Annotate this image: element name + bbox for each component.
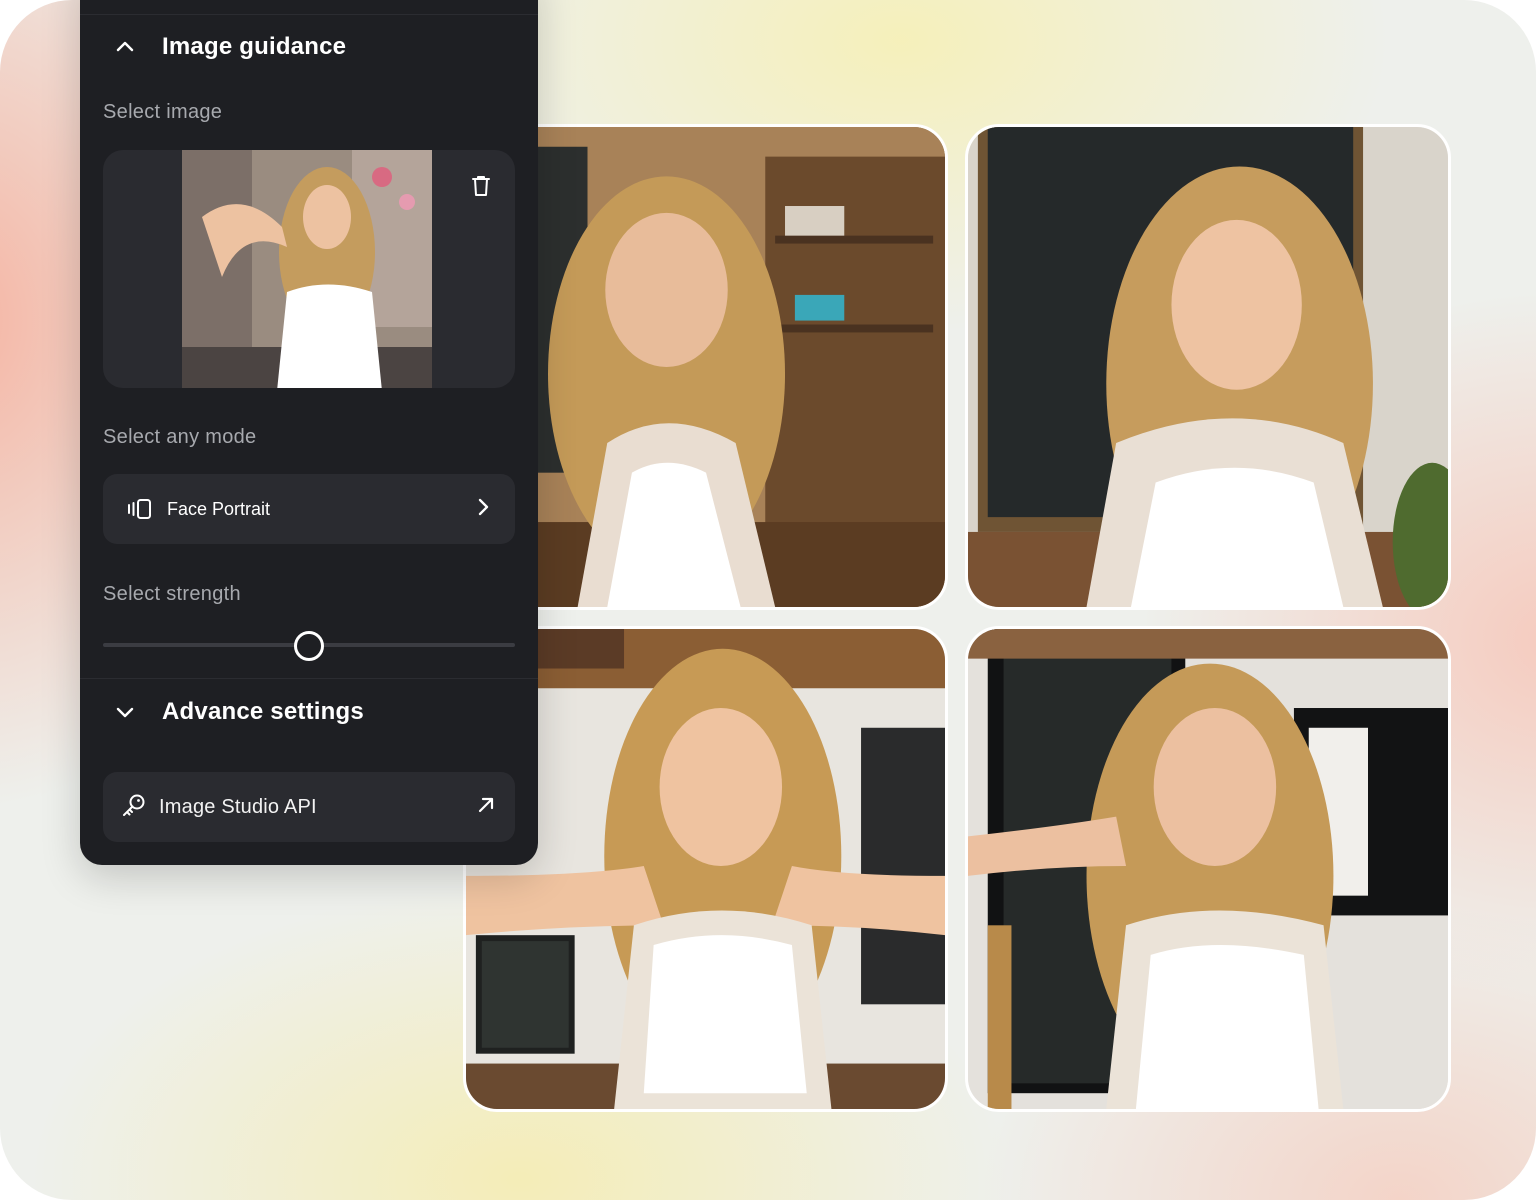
select-strength-label: Select strength <box>103 583 241 605</box>
image-guidance-header[interactable]: Image guidance <box>110 32 346 62</box>
key-icon <box>121 792 147 823</box>
divider <box>80 678 538 679</box>
section-title: Image guidance <box>162 33 347 60</box>
advanced-settings-title: Advance settings <box>162 698 364 725</box>
generated-image-4[interactable] <box>965 626 1451 1112</box>
portrait-mode-icon <box>127 497 153 521</box>
strength-slider[interactable] <box>103 630 515 661</box>
api-label: Image Studio API <box>159 795 317 818</box>
generated-image-2[interactable] <box>965 124 1451 610</box>
chevron-right-icon <box>475 497 491 522</box>
background: Image guidance Select image Select any m… <box>0 0 1536 1200</box>
chevron-up-icon[interactable] <box>110 32 140 62</box>
trash-icon[interactable] <box>467 172 495 200</box>
external-arrow-icon <box>475 794 497 821</box>
mode-value: Face Portrait <box>167 498 271 519</box>
reference-image <box>182 150 432 388</box>
divider <box>80 14 538 15</box>
advanced-settings-header[interactable]: Advance settings <box>110 697 364 727</box>
generated-image-1[interactable] <box>466 124 948 610</box>
selected-image-preview[interactable] <box>103 150 515 388</box>
select-image-label: Select image <box>103 101 223 123</box>
mode-selector[interactable]: Face Portrait <box>103 474 515 544</box>
image-studio-api-button[interactable]: Image Studio API <box>103 772 515 842</box>
select-mode-label: Select any mode <box>103 426 257 448</box>
chevron-down-icon[interactable] <box>110 697 140 727</box>
slider-handle[interactable] <box>294 631 324 661</box>
image-guidance-panel: Image guidance Select image Select any m… <box>80 0 538 865</box>
